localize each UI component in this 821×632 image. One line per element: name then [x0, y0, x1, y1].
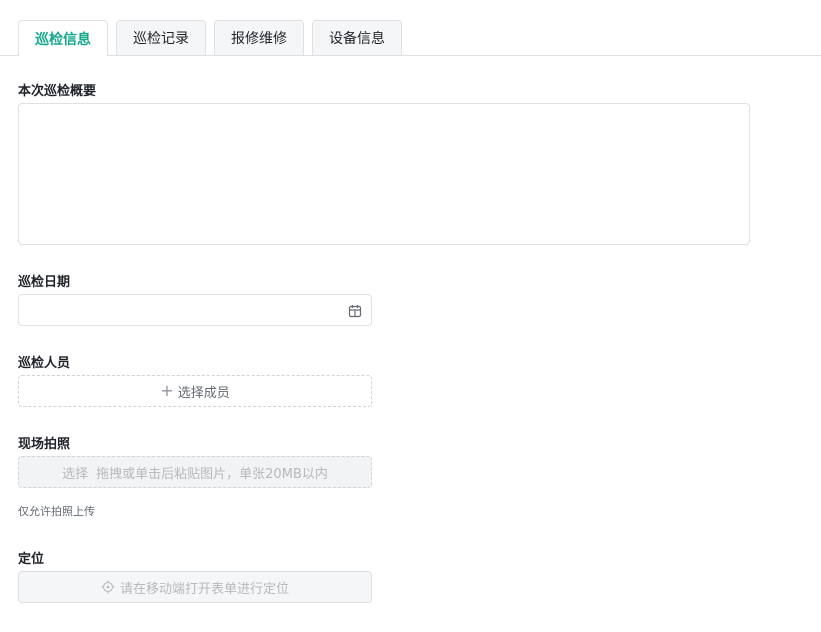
select-member-label: 选择成员: [177, 385, 230, 401]
calendar-icon[interactable]: [348, 304, 362, 318]
location-field: 请在移动端打开表单进行定位: [18, 571, 372, 603]
tab-inspection-info[interactable]: 巡检信息: [18, 20, 108, 56]
summary-label: 本次巡检概要: [18, 84, 97, 99]
photo-hint: 仅允许拍照上传: [18, 505, 95, 518]
tab-equipment-info[interactable]: 设备信息: [312, 20, 402, 55]
upload-drop-hint: 拖拽或单击后粘贴图片，单张20MB以内: [96, 466, 328, 482]
tab-repair[interactable]: 报修维修: [214, 20, 304, 55]
upload-pick-label: 选择: [62, 466, 89, 482]
tab-bar: 巡检信息 巡检记录 报修维修 设备信息: [0, 19, 821, 56]
photo-label: 现场拍照: [18, 437, 71, 452]
inspector-label: 巡检人员: [18, 356, 71, 371]
plus-icon: +: [160, 381, 174, 400]
tab-inspection-records[interactable]: 巡检记录: [116, 20, 206, 55]
date-input[interactable]: [18, 294, 372, 326]
location-label: 定位: [18, 552, 45, 567]
tab-divider: [0, 55, 821, 56]
photo-upload-area[interactable]: 选择 拖拽或单击后粘贴图片，单张20MB以内: [18, 456, 372, 488]
select-member-button[interactable]: + 选择成员: [18, 375, 372, 407]
summary-textarea[interactable]: [18, 103, 750, 245]
date-label: 巡检日期: [18, 275, 71, 290]
locate-icon: [101, 580, 115, 594]
location-text: 请在移动端打开表单进行定位: [119, 581, 289, 597]
